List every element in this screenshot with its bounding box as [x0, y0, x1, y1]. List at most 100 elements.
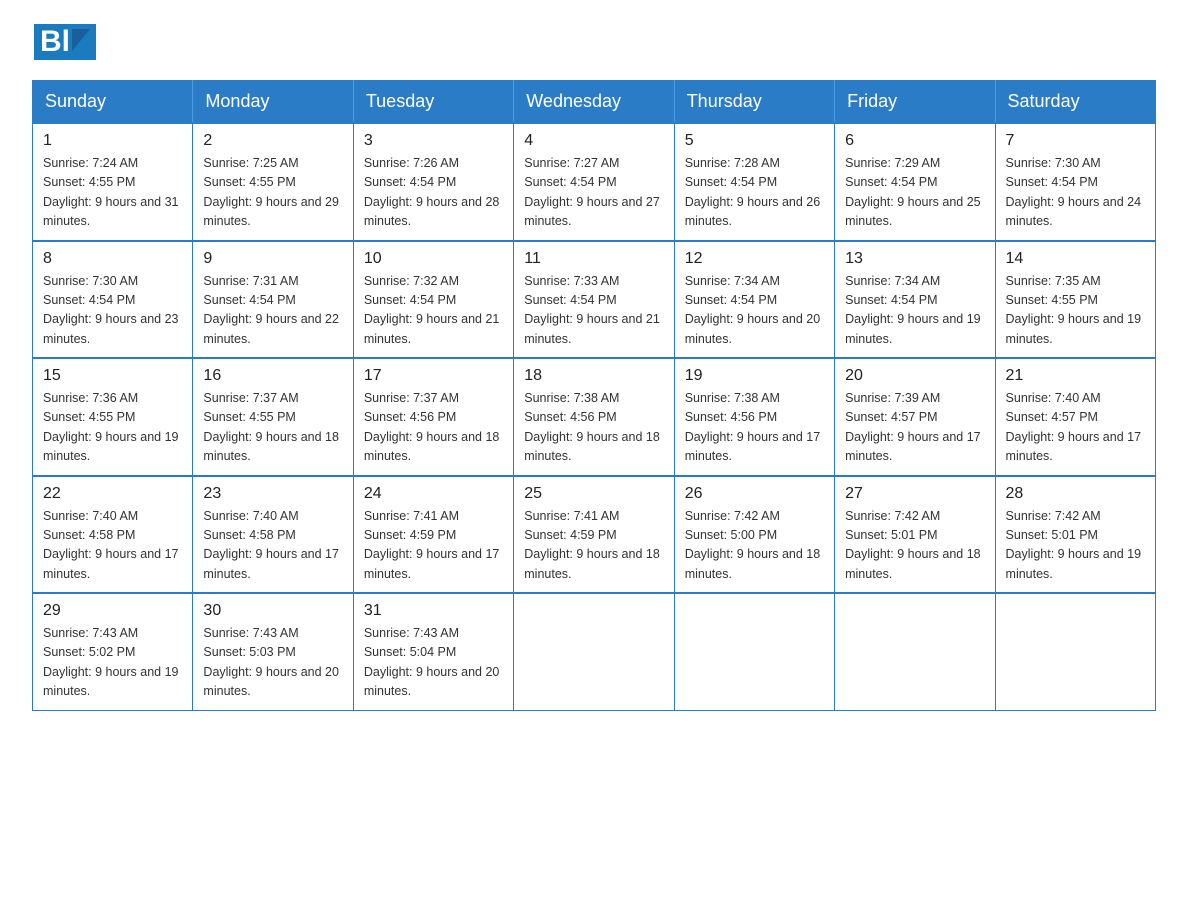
day-info: Sunrise: 7:41 AMSunset: 4:59 PMDaylight:…	[524, 509, 660, 581]
calendar-cell: 4 Sunrise: 7:27 AMSunset: 4:54 PMDayligh…	[514, 123, 674, 241]
calendar-cell: 30 Sunrise: 7:43 AMSunset: 5:03 PMDaylig…	[193, 593, 353, 710]
calendar-week-row: 1 Sunrise: 7:24 AMSunset: 4:55 PMDayligh…	[33, 123, 1156, 241]
day-number: 13	[845, 250, 984, 268]
day-info: Sunrise: 7:43 AMSunset: 5:03 PMDaylight:…	[203, 626, 339, 698]
logo-blue-section: Bl	[34, 24, 96, 60]
day-info: Sunrise: 7:27 AMSunset: 4:54 PMDaylight:…	[524, 156, 660, 228]
day-info: Sunrise: 7:29 AMSunset: 4:54 PMDaylight:…	[845, 156, 981, 228]
day-number: 1	[43, 132, 182, 150]
day-number: 25	[524, 485, 663, 503]
calendar-header-row: SundayMondayTuesdayWednesdayThursdayFrid…	[33, 81, 1156, 124]
day-info: Sunrise: 7:26 AMSunset: 4:54 PMDaylight:…	[364, 156, 500, 228]
col-header-thursday: Thursday	[674, 81, 834, 124]
day-number: 4	[524, 132, 663, 150]
calendar-cell: 7 Sunrise: 7:30 AMSunset: 4:54 PMDayligh…	[995, 123, 1155, 241]
day-number: 6	[845, 132, 984, 150]
calendar-cell: 6 Sunrise: 7:29 AMSunset: 4:54 PMDayligh…	[835, 123, 995, 241]
calendar-cell: 28 Sunrise: 7:42 AMSunset: 5:01 PMDaylig…	[995, 476, 1155, 594]
calendar-cell: 19 Sunrise: 7:38 AMSunset: 4:56 PMDaylig…	[674, 358, 834, 476]
calendar-cell: 10 Sunrise: 7:32 AMSunset: 4:54 PMDaylig…	[353, 241, 513, 359]
calendar-week-row: 8 Sunrise: 7:30 AMSunset: 4:54 PMDayligh…	[33, 241, 1156, 359]
day-number: 21	[1006, 367, 1145, 385]
calendar-cell: 17 Sunrise: 7:37 AMSunset: 4:56 PMDaylig…	[353, 358, 513, 476]
day-number: 29	[43, 602, 182, 620]
day-number: 30	[203, 602, 342, 620]
day-info: Sunrise: 7:38 AMSunset: 4:56 PMDaylight:…	[685, 391, 821, 463]
day-number: 17	[364, 367, 503, 385]
calendar-cell: 11 Sunrise: 7:33 AMSunset: 4:54 PMDaylig…	[514, 241, 674, 359]
col-header-sunday: Sunday	[33, 81, 193, 124]
day-info: Sunrise: 7:35 AMSunset: 4:55 PMDaylight:…	[1006, 274, 1142, 346]
logo-blue-bg: Bl	[34, 24, 96, 60]
calendar-cell: 1 Sunrise: 7:24 AMSunset: 4:55 PMDayligh…	[33, 123, 193, 241]
day-info: Sunrise: 7:24 AMSunset: 4:55 PMDaylight:…	[43, 156, 179, 228]
day-number: 31	[364, 602, 503, 620]
calendar-cell: 15 Sunrise: 7:36 AMSunset: 4:55 PMDaylig…	[33, 358, 193, 476]
calendar-cell: 21 Sunrise: 7:40 AMSunset: 4:57 PMDaylig…	[995, 358, 1155, 476]
calendar-cell: 25 Sunrise: 7:41 AMSunset: 4:59 PMDaylig…	[514, 476, 674, 594]
calendar-cell	[514, 593, 674, 710]
calendar-week-row: 22 Sunrise: 7:40 AMSunset: 4:58 PMDaylig…	[33, 476, 1156, 594]
day-number: 8	[43, 250, 182, 268]
day-number: 3	[364, 132, 503, 150]
calendar-cell: 9 Sunrise: 7:31 AMSunset: 4:54 PMDayligh…	[193, 241, 353, 359]
day-number: 7	[1006, 132, 1145, 150]
calendar-cell: 20 Sunrise: 7:39 AMSunset: 4:57 PMDaylig…	[835, 358, 995, 476]
calendar-cell	[835, 593, 995, 710]
day-info: Sunrise: 7:38 AMSunset: 4:56 PMDaylight:…	[524, 391, 660, 463]
calendar-cell: 5 Sunrise: 7:28 AMSunset: 4:54 PMDayligh…	[674, 123, 834, 241]
day-info: Sunrise: 7:34 AMSunset: 4:54 PMDaylight:…	[845, 274, 981, 346]
day-number: 12	[685, 250, 824, 268]
calendar-cell: 26 Sunrise: 7:42 AMSunset: 5:00 PMDaylig…	[674, 476, 834, 594]
calendar-cell: 27 Sunrise: 7:42 AMSunset: 5:01 PMDaylig…	[835, 476, 995, 594]
day-info: Sunrise: 7:42 AMSunset: 5:01 PMDaylight:…	[845, 509, 981, 581]
header: Bl	[32, 24, 1156, 60]
day-info: Sunrise: 7:33 AMSunset: 4:54 PMDaylight:…	[524, 274, 660, 346]
day-info: Sunrise: 7:25 AMSunset: 4:55 PMDaylight:…	[203, 156, 339, 228]
day-info: Sunrise: 7:41 AMSunset: 4:59 PMDaylight:…	[364, 509, 500, 581]
day-number: 14	[1006, 250, 1145, 268]
calendar-cell: 3 Sunrise: 7:26 AMSunset: 4:54 PMDayligh…	[353, 123, 513, 241]
day-number: 26	[685, 485, 824, 503]
day-number: 19	[685, 367, 824, 385]
day-info: Sunrise: 7:42 AMSunset: 5:00 PMDaylight:…	[685, 509, 821, 581]
day-number: 11	[524, 250, 663, 268]
calendar-cell: 29 Sunrise: 7:43 AMSunset: 5:02 PMDaylig…	[33, 593, 193, 710]
day-info: Sunrise: 7:36 AMSunset: 4:55 PMDaylight:…	[43, 391, 179, 463]
day-number: 18	[524, 367, 663, 385]
logo-triangle-icon	[72, 29, 90, 51]
day-info: Sunrise: 7:30 AMSunset: 4:54 PMDaylight:…	[1006, 156, 1142, 228]
calendar-cell: 8 Sunrise: 7:30 AMSunset: 4:54 PMDayligh…	[33, 241, 193, 359]
col-header-tuesday: Tuesday	[353, 81, 513, 124]
logo-area: Bl	[32, 24, 96, 60]
day-number: 9	[203, 250, 342, 268]
day-info: Sunrise: 7:37 AMSunset: 4:55 PMDaylight:…	[203, 391, 339, 463]
day-info: Sunrise: 7:34 AMSunset: 4:54 PMDaylight:…	[685, 274, 821, 346]
day-info: Sunrise: 7:39 AMSunset: 4:57 PMDaylight:…	[845, 391, 981, 463]
calendar-cell: 13 Sunrise: 7:34 AMSunset: 4:54 PMDaylig…	[835, 241, 995, 359]
calendar-cell: 18 Sunrise: 7:38 AMSunset: 4:56 PMDaylig…	[514, 358, 674, 476]
calendar-cell	[995, 593, 1155, 710]
day-number: 23	[203, 485, 342, 503]
calendar-cell: 16 Sunrise: 7:37 AMSunset: 4:55 PMDaylig…	[193, 358, 353, 476]
day-number: 16	[203, 367, 342, 385]
day-info: Sunrise: 7:42 AMSunset: 5:01 PMDaylight:…	[1006, 509, 1142, 581]
day-number: 28	[1006, 485, 1145, 503]
day-number: 27	[845, 485, 984, 503]
day-number: 15	[43, 367, 182, 385]
calendar-week-row: 15 Sunrise: 7:36 AMSunset: 4:55 PMDaylig…	[33, 358, 1156, 476]
day-info: Sunrise: 7:37 AMSunset: 4:56 PMDaylight:…	[364, 391, 500, 463]
day-number: 20	[845, 367, 984, 385]
calendar-cell	[674, 593, 834, 710]
day-number: 5	[685, 132, 824, 150]
day-info: Sunrise: 7:43 AMSunset: 5:02 PMDaylight:…	[43, 626, 179, 698]
calendar-cell: 2 Sunrise: 7:25 AMSunset: 4:55 PMDayligh…	[193, 123, 353, 241]
day-info: Sunrise: 7:40 AMSunset: 4:58 PMDaylight:…	[203, 509, 339, 581]
col-header-monday: Monday	[193, 81, 353, 124]
day-info: Sunrise: 7:28 AMSunset: 4:54 PMDaylight:…	[685, 156, 821, 228]
col-header-saturday: Saturday	[995, 81, 1155, 124]
day-info: Sunrise: 7:30 AMSunset: 4:54 PMDaylight:…	[43, 274, 179, 346]
calendar-cell: 22 Sunrise: 7:40 AMSunset: 4:58 PMDaylig…	[33, 476, 193, 594]
day-number: 22	[43, 485, 182, 503]
day-number: 10	[364, 250, 503, 268]
